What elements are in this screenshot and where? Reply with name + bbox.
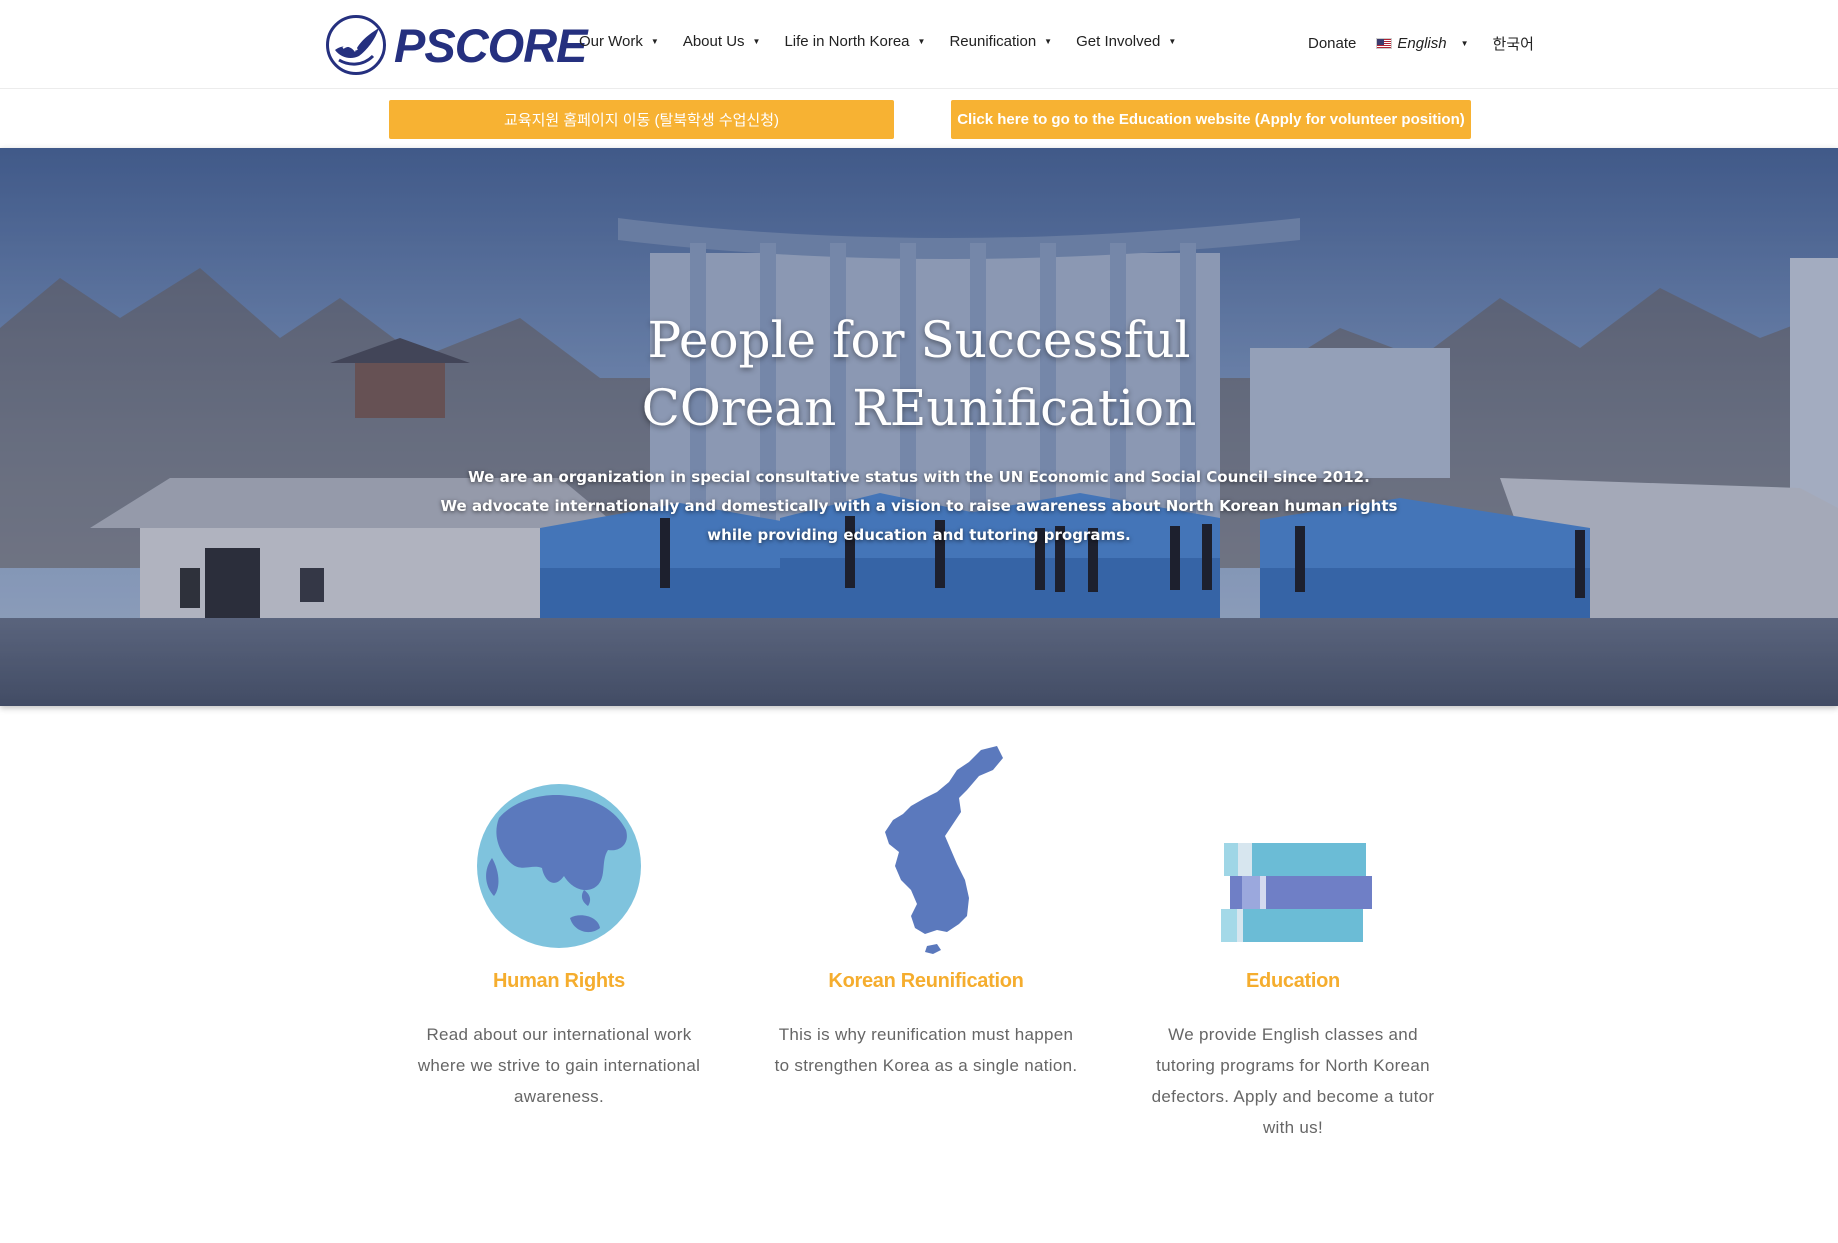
feature-description: Read about our international work where … — [417, 1025, 701, 1106]
education-banner: 교육지원 홈페이지 이동 (탈북학생 수업신청) Click here to g… — [0, 100, 1838, 139]
logo-wordmark: PSCORE — [394, 18, 587, 72]
english-education-button[interactable]: Click here to go to the Education websit… — [951, 100, 1471, 139]
hero-section: People for Successful COrean REunificati… — [0, 148, 1838, 706]
site-logo[interactable]: PSCORE — [326, 15, 587, 75]
nav-label: Life in North Korea — [784, 33, 910, 50]
feature-human-rights[interactable]: Human Rights Read about our internationa… — [394, 740, 724, 1112]
korean-education-button[interactable]: 교육지원 홈페이지 이동 (탈북학생 수업신청) — [389, 100, 894, 139]
language-switcher[interactable]: English ▼ — [1376, 35, 1469, 52]
donate-link[interactable]: Donate — [1308, 35, 1356, 52]
nav-reunification[interactable]: Reunification ▼ — [949, 33, 1052, 50]
hero-subtitle-line: We are an organization in special consul… — [468, 468, 1370, 486]
main-nav: Our Work ▼ About Us ▼ Life in North Korea ▼… — [579, 33, 1200, 50]
feature-description: This is why reunification must happen to… — [774, 1025, 1078, 1075]
language-label: English — [1397, 35, 1447, 52]
hero-subtitle: We are an organization in special consul… — [0, 463, 1838, 550]
hero-title: People for Successful COrean REunificati… — [0, 306, 1838, 442]
hero-subtitle-line: We advocate internationally and domestic… — [440, 497, 1398, 515]
korea-map-icon — [885, 746, 1003, 954]
hero-subtitle-line: while providing education and tutoring p… — [707, 526, 1131, 544]
caret-down-icon: ▼ — [752, 37, 761, 46]
books-icon — [1221, 843, 1372, 942]
caret-down-icon: ▼ — [1460, 39, 1469, 48]
hero-title-line: People for Successful — [647, 311, 1191, 369]
caret-down-icon: ▼ — [1168, 37, 1177, 46]
site-header: PSCORE Our Work ▼ About Us ▼ Life in North… — [0, 0, 1838, 89]
feature-icon-wrap — [394, 740, 724, 960]
feature-title[interactable]: Human Rights — [394, 970, 724, 993]
feature-description: We provide English classes and tutoring … — [1151, 1025, 1435, 1137]
nav-label: Our Work — [579, 33, 643, 50]
us-flag-icon — [1376, 38, 1393, 49]
caret-down-icon: ▼ — [1044, 37, 1053, 46]
nav-get-involved[interactable]: Get Involved ▼ — [1076, 33, 1176, 50]
feature-education[interactable]: Education We provide English classes and… — [1128, 740, 1458, 1143]
korean-language-link[interactable]: 한국어 — [1493, 33, 1534, 54]
nav-about-us[interactable]: About Us ▼ — [683, 33, 761, 50]
nav-life-in-north-korea[interactable]: Life in North Korea ▼ — [784, 33, 925, 50]
nav-label: Get Involved — [1076, 33, 1161, 50]
feature-korean-reunification[interactable]: Korean Reunification This is why reunifi… — [761, 740, 1091, 1081]
caret-down-icon: ▼ — [917, 37, 926, 46]
feature-section: Human Rights Read about our internationa… — [0, 740, 1838, 1160]
nav-label: About Us — [682, 33, 745, 50]
utility-nav: Donate English ▼ 한국어 — [1308, 33, 1534, 54]
feature-icon-wrap — [1128, 740, 1458, 960]
nav-label: Reunification — [949, 33, 1037, 50]
globe-icon — [477, 784, 641, 948]
nav-our-work[interactable]: Our Work ▼ — [579, 33, 659, 50]
feature-icon-wrap — [761, 740, 1091, 960]
feature-title[interactable]: Education — [1128, 970, 1458, 993]
hero-title-line: COrean REunification — [641, 379, 1197, 437]
dove-logo-icon — [326, 15, 386, 75]
feature-title[interactable]: Korean Reunification — [761, 970, 1091, 993]
caret-down-icon: ▼ — [650, 37, 659, 46]
